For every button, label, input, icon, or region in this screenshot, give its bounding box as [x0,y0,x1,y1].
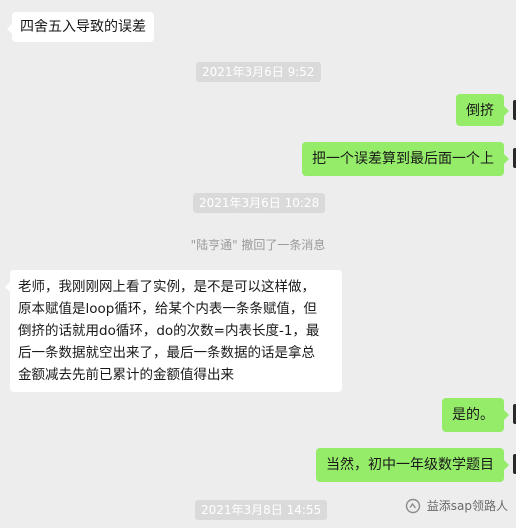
timestamp: 2021年3月6日 9:52 [196,62,321,82]
watermark-text: 益添sap领路人 [426,499,508,513]
message-line: 倒挤的话就用do循环，do的次数=内表长度-1，最 [18,323,320,339]
message-line: 金额减去先前已累计的金额值得出来 [18,367,234,383]
message-text: 当然，初中一年级数学题目 [326,457,494,473]
message-outgoing[interactable]: 当然，初中一年级数学题目 [316,448,509,482]
message-text: 四舍五入导致的误差 [20,19,146,35]
timestamp: 2021年3月6日 10:28 [193,193,326,213]
message-line: 原本赋值是loop循环，给某个内表一条条赋值，但 [18,301,317,317]
recall-notice: "陆亨通" 撤回了一条消息 [190,238,326,252]
message-text: 是的。 [452,407,494,423]
message-outgoing[interactable]: 是的。 [442,398,509,432]
message-line: 老师，我刚刚网上看了实例，是不是可以这样做， [18,279,315,295]
timestamp: 2021年3月8日 14:55 [195,500,328,520]
watermark: 益添sap领路人 [405,497,508,514]
message-incoming[interactable]: 老师，我刚刚网上看了实例，是不是可以这样做， 原本赋值是loop循环，给某个内表… [5,270,342,392]
message-outgoing[interactable]: 倒挤 [456,94,509,126]
message-incoming[interactable]: 四舍五入导致的误差 [7,12,154,42]
message-line: 后一条数据就空出来了，最后一条数据的话是拿总 [18,345,315,361]
message-text: 把一个误差算到最后面一个上 [312,151,494,167]
wechat-official-account-icon [405,498,421,514]
message-outgoing[interactable]: 把一个误差算到最后面一个上 [302,142,509,176]
message-text: 倒挤 [466,103,494,119]
